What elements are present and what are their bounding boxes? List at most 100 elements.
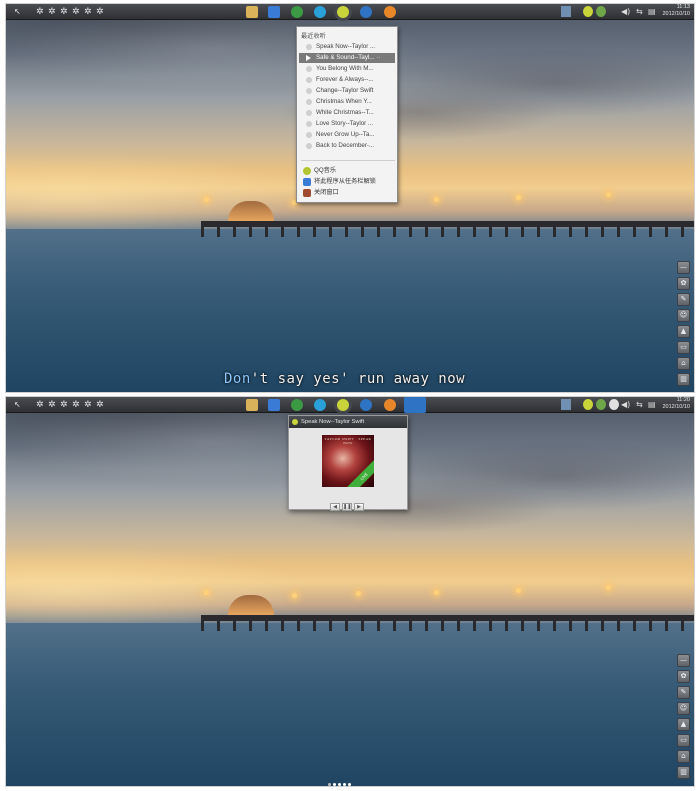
chat-icon[interactable] — [360, 399, 372, 411]
menu-divider — [301, 160, 395, 161]
tray-qqmusic-icon[interactable] — [583, 399, 593, 410]
volume-icon[interactable]: ◀) — [621, 6, 631, 17]
tray-network-icon[interactable] — [596, 399, 606, 410]
next-button[interactable]: ▶ — [354, 503, 364, 511]
page-dot[interactable] — [348, 783, 351, 786]
sync-icon[interactable]: ⇆ — [636, 399, 646, 410]
desktop-lyrics[interactable]: Don't say yes' run away now — [224, 371, 465, 387]
recent-track-item[interactable]: Change--Taylor Swift — [299, 86, 395, 96]
pause-button[interactable]: ❚❚ — [342, 503, 352, 511]
track-bullet-icon — [306, 110, 312, 116]
gear-icon[interactable]: ✲ — [84, 398, 92, 412]
start-icon[interactable]: ↖ — [14, 398, 21, 412]
recent-track-item[interactable]: White Christmas--T... — [299, 108, 395, 118]
qqmusic-icon[interactable] — [337, 399, 349, 411]
tray-app-icon[interactable] — [561, 6, 571, 17]
track-label: Love Story--Taylor ... — [316, 120, 374, 127]
folder-icon[interactable] — [246, 399, 258, 411]
action-label: 关闭窗口 — [314, 189, 339, 196]
gear-icon[interactable]: ✲ — [60, 398, 68, 412]
trash-icon[interactable]: ▥ — [677, 373, 690, 386]
gear-icon[interactable]: ✲ — [84, 5, 92, 19]
folder-icon[interactable] — [246, 6, 258, 18]
taskbar: ↖ ✲ ✲ ✲ ✲ ✲ ✲ ◀) ⇆ ▤ 11:20 2012/10/10 — [6, 397, 694, 413]
tray-app-icon[interactable] — [561, 399, 571, 410]
tray-network-icon[interactable] — [596, 6, 606, 17]
recent-track-item[interactable]: You Belong With M... — [299, 64, 395, 74]
track-label: Christmas When Y... — [316, 98, 372, 105]
gear-icon[interactable]: ✲ — [72, 398, 80, 412]
tray-qqmusic-icon[interactable] — [583, 6, 593, 17]
settings-icon[interactable]: ✿ — [677, 277, 690, 290]
taskbar-clock[interactable]: 11:13 2012/10/10 — [662, 4, 690, 18]
recent-track-item[interactable]: Never Grow Up--Ta... — [299, 130, 395, 140]
start-icon[interactable]: ↖ — [14, 5, 21, 19]
close-window-action[interactable]: 关闭窗口 — [299, 188, 339, 198]
firefox-icon[interactable] — [384, 6, 396, 18]
desktop-screenshot-top: ↖ ✲ ✲ ✲ ✲ ✲ ✲ ◀) ⇆ ▤ 11:13 2012/10/10 最近… — [5, 3, 695, 393]
chat-icon[interactable] — [360, 6, 372, 18]
home-icon[interactable]: ⌂ — [677, 750, 690, 763]
pier-lamp — [292, 593, 297, 598]
edit-icon[interactable]: ✎ — [677, 686, 690, 699]
page-dot-active[interactable] — [333, 783, 336, 786]
browser-icon[interactable] — [291, 6, 303, 18]
messenger-icon[interactable] — [404, 397, 426, 413]
gear-icon[interactable]: ✲ — [96, 5, 104, 19]
recent-track-item-selected[interactable]: Safe & Sound--Tayl... ·· — [299, 53, 395, 63]
gear-icon[interactable]: ✲ — [96, 398, 104, 412]
taskbar-clock[interactable]: 11:20 2012/10/10 — [662, 397, 690, 411]
home-icon[interactable]: ⌂ — [677, 357, 690, 370]
minimize-icon[interactable]: — — [677, 261, 690, 274]
action-label: QQ音乐 — [314, 167, 337, 174]
side-dock: — ✿ ✎ ☺ ▲ ▭ ⌂ ▥ — [677, 261, 690, 389]
ie-icon[interactable] — [314, 399, 326, 411]
clipboard-icon[interactable]: ▤ — [648, 399, 658, 410]
recent-track-item[interactable]: Speak Now--Taylor ... — [299, 42, 395, 52]
ie-icon[interactable] — [314, 6, 326, 18]
unpin-taskbar-action[interactable]: 将此程序从任务栏解锁 — [299, 177, 376, 187]
browser-icon[interactable] — [291, 399, 303, 411]
app-icon[interactable] — [268, 6, 280, 18]
users-icon[interactable]: ☺ — [677, 309, 690, 322]
page-dot[interactable] — [328, 783, 331, 786]
print-icon[interactable]: ▲ — [677, 718, 690, 731]
pier-lamp — [516, 588, 521, 593]
firefox-icon[interactable] — [384, 399, 396, 411]
side-dock: — ✿ ✎ ☺ ▲ ▭ ⌂ ▥ — [677, 654, 690, 782]
app-icon[interactable] — [268, 399, 280, 411]
page-dot[interactable] — [338, 783, 341, 786]
recent-track-item[interactable]: Christmas When Y... — [299, 97, 395, 107]
gear-icon[interactable]: ✲ — [60, 5, 68, 19]
open-qqmusic-action[interactable]: QQ音乐 — [299, 166, 336, 176]
qqmusic-icon[interactable] — [337, 6, 349, 18]
recent-track-item[interactable]: Love Story--Taylor ... — [299, 119, 395, 129]
trash-icon[interactable]: ▥ — [677, 766, 690, 779]
clipboard-icon[interactable]: ▤ — [648, 6, 658, 17]
gear-icon[interactable]: ✲ — [72, 5, 80, 19]
tray-status-icon[interactable] — [609, 399, 619, 410]
recent-track-item[interactable]: Forever & Always--... — [299, 75, 395, 85]
recent-tracks-menu: 最近收听 Speak Now--Taylor ... Safe & Sound-… — [296, 26, 398, 203]
gear-icon[interactable]: ✲ — [48, 5, 56, 19]
edit-icon[interactable]: ✎ — [677, 293, 690, 306]
minimize-icon[interactable]: — — [677, 654, 690, 667]
gear-icon[interactable]: ✲ — [36, 398, 44, 412]
track-bullet-icon — [306, 66, 312, 72]
monitor-icon[interactable]: ▭ — [677, 734, 690, 747]
settings-icon[interactable]: ✿ — [677, 670, 690, 683]
volume-icon[interactable]: ◀) — [621, 399, 631, 410]
sync-icon[interactable]: ⇆ — [636, 6, 646, 17]
now-playing-thumbnail[interactable]: Speak Now--Taylor Swift TAYLOR SWIFT · S… — [288, 415, 408, 511]
monitor-icon[interactable]: ▭ — [677, 341, 690, 354]
page-dot[interactable] — [343, 783, 346, 786]
recent-track-item[interactable]: Back to December-... — [299, 141, 395, 151]
gear-icon[interactable]: ✲ — [48, 398, 56, 412]
print-icon[interactable]: ▲ — [677, 325, 690, 338]
gear-icon[interactable]: ✲ — [36, 5, 44, 19]
track-label: Forever & Always--... — [316, 76, 374, 83]
pier-lamp — [204, 197, 209, 202]
users-icon[interactable]: ☺ — [677, 702, 690, 715]
previous-button[interactable]: ◀ — [330, 503, 340, 511]
now-playing-title: Speak Now--Taylor Swift — [301, 419, 365, 425]
